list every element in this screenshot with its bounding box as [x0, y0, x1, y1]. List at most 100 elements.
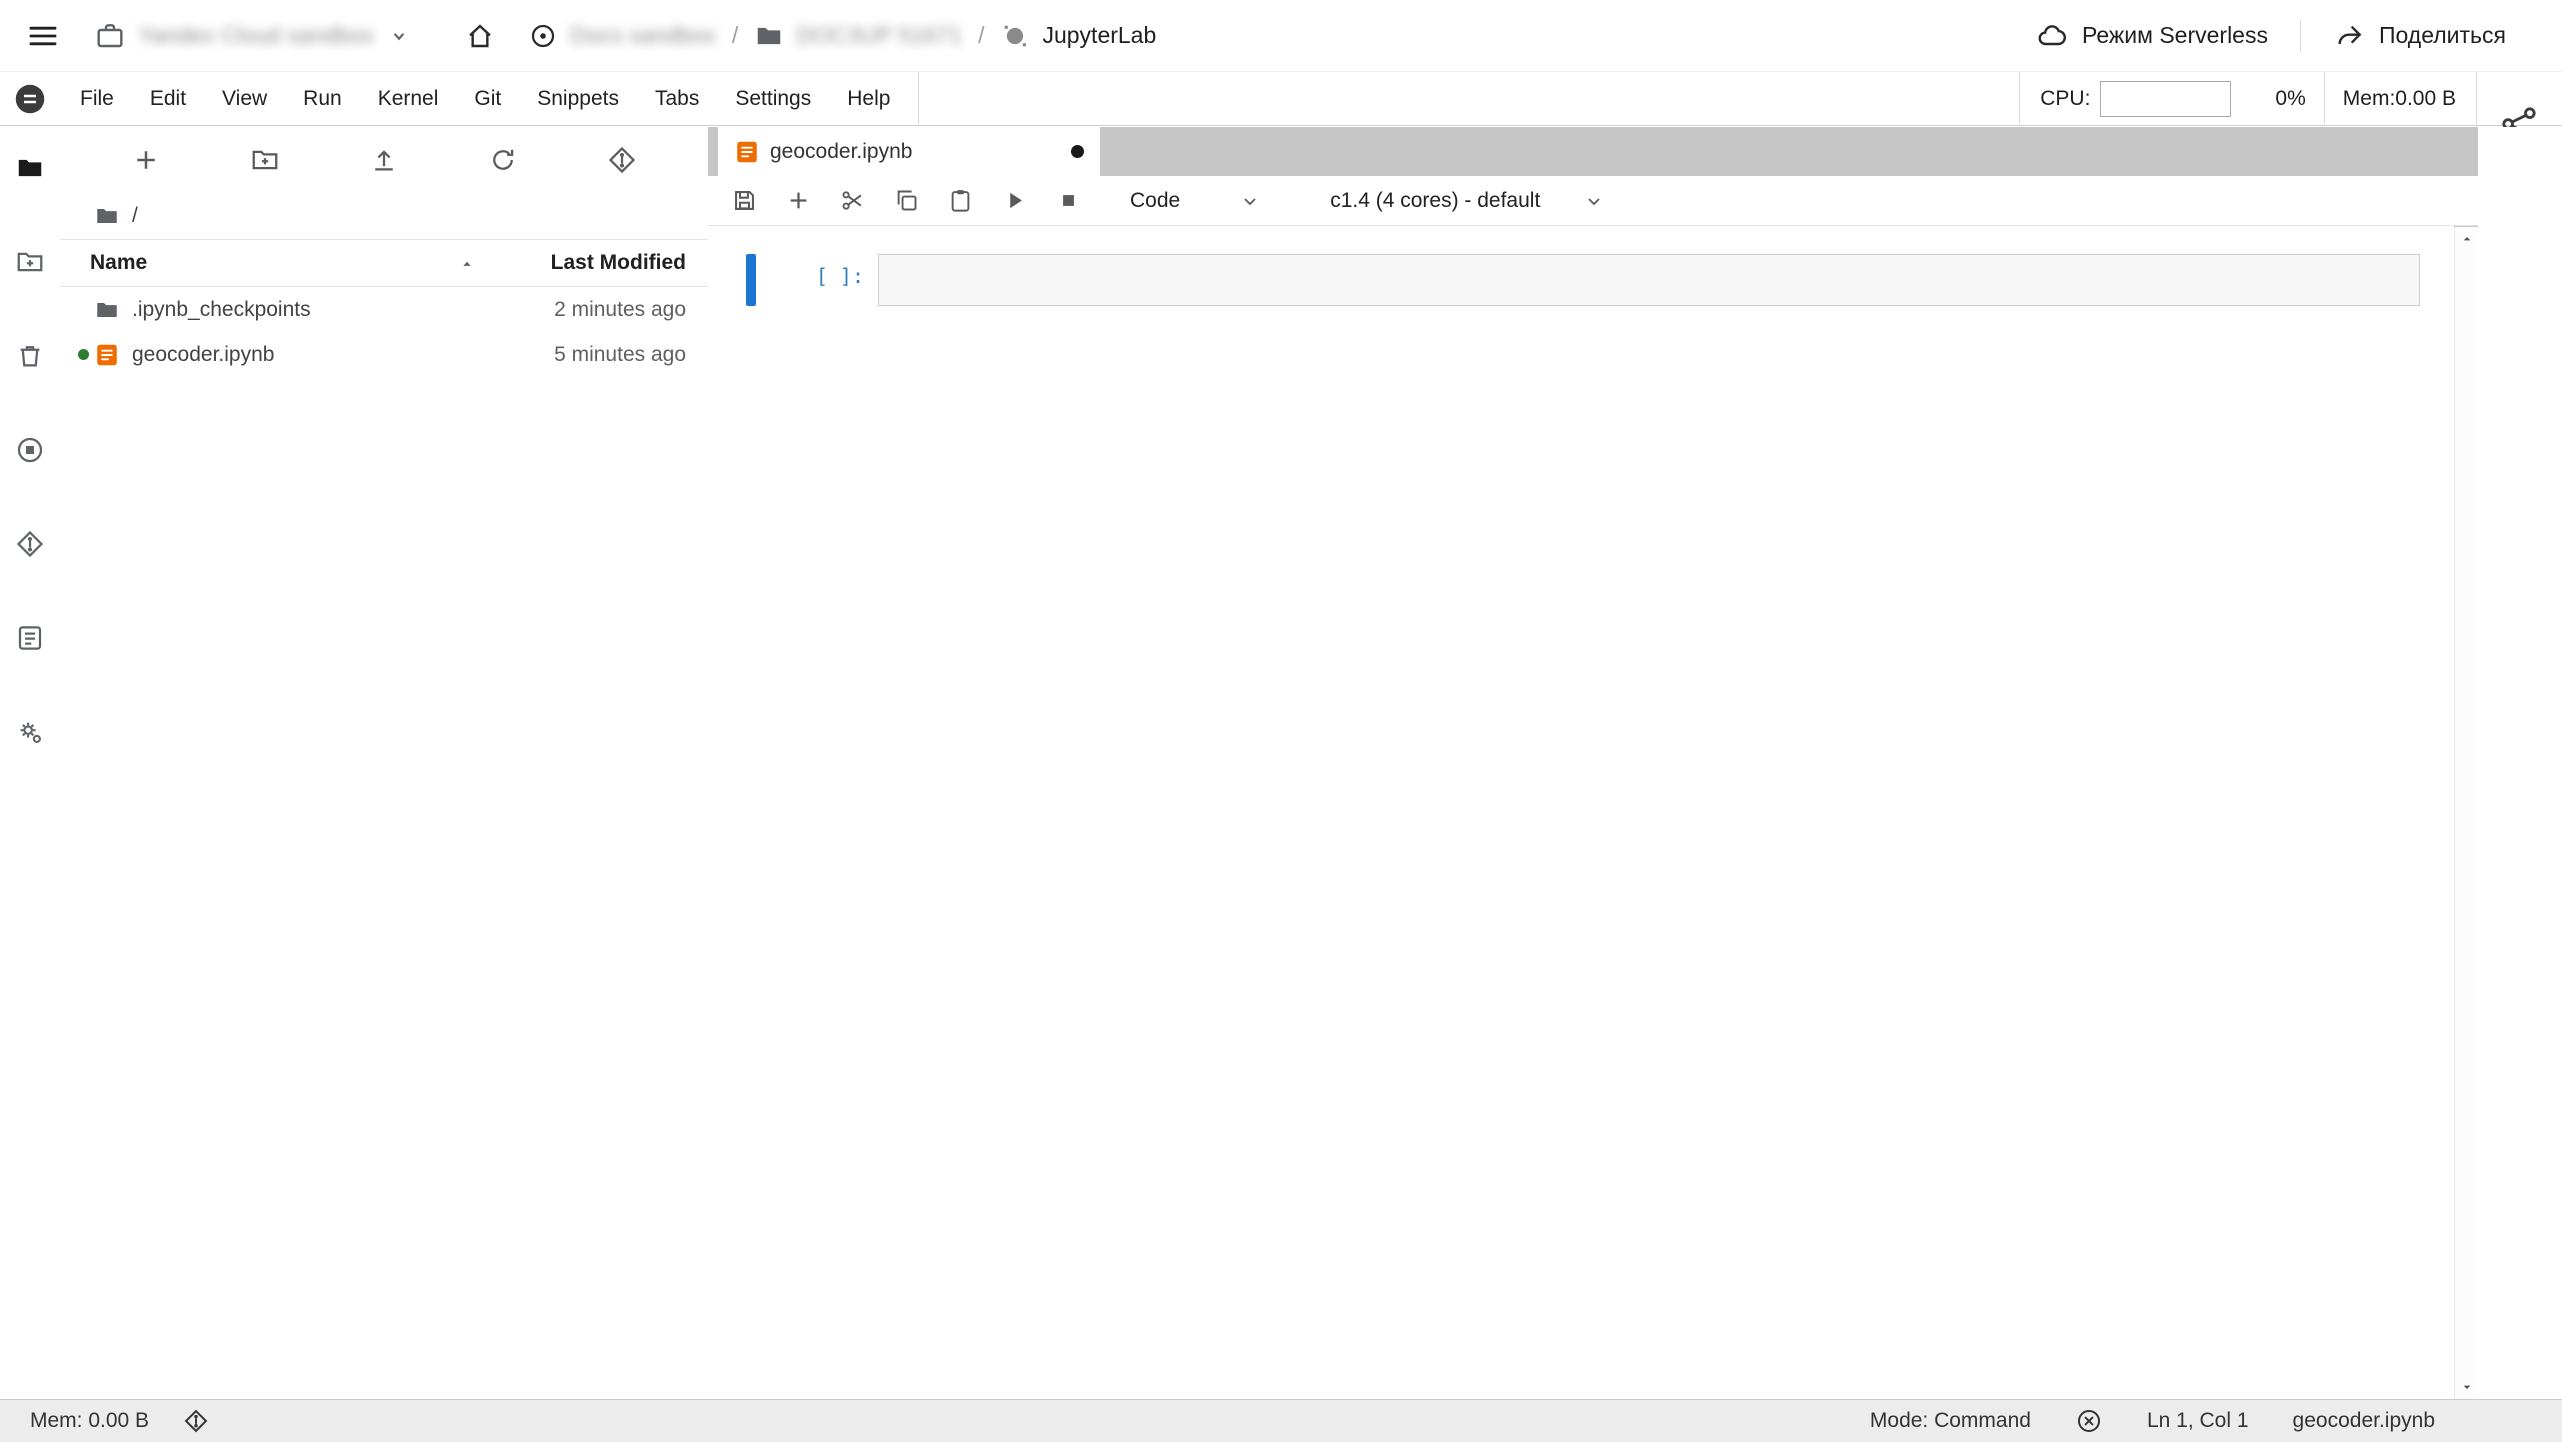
notebook-tab[interactable]: geocoder.ipynb [718, 127, 1100, 176]
status-bar: Mem: 0.00 B Mode: Command Ln 1, Col 1 ge… [0, 1399, 2562, 1442]
status-right: Mode: Command Ln 1, Col 1 geocoder.ipynb [1870, 1407, 2562, 1435]
workspace-name: Yandex Cloud sandbox [138, 22, 374, 49]
hamburger-menu-icon[interactable] [22, 15, 64, 57]
cpu-label: CPU: [2040, 87, 2090, 111]
topbar-left: Yandex Cloud sandbox Docs sandbox / DOC3… [0, 15, 1156, 57]
menu-tabs[interactable]: Tabs [637, 72, 717, 125]
folder-icon[interactable] [94, 203, 120, 229]
insert-cell-plus-icon[interactable] [784, 187, 812, 215]
paste-icon[interactable] [946, 187, 974, 215]
topbar-divider [2300, 20, 2301, 52]
menubar-divider [918, 72, 919, 125]
file-row[interactable]: .ipynb_checkpoints 2 minutes ago [60, 287, 708, 332]
app-breadcrumb: JupyterLab [1000, 21, 1156, 51]
menu-kernel[interactable]: Kernel [360, 72, 457, 125]
command-mode-indicator[interactable]: Mode: Command [1870, 1409, 2031, 1433]
column-header-name[interactable]: Name [60, 251, 463, 275]
chevron-down-icon [1236, 187, 1264, 215]
notebook-toolbar: Code c1.4 (4 cores) - default [708, 176, 2478, 226]
serverless-mode-label[interactable]: Режим Serverless [2082, 22, 2268, 49]
refresh-icon[interactable] [488, 145, 518, 175]
file-browser-tab-icon[interactable] [15, 153, 45, 183]
cut-scissors-icon[interactable] [838, 187, 866, 215]
project-name: Docs sandbox [570, 22, 716, 49]
interrupt-kernel-icon[interactable] [1054, 187, 1082, 215]
scroll-up-icon[interactable] [2459, 231, 2475, 247]
git-panel-icon[interactable] [15, 529, 45, 559]
upload-icon[interactable] [369, 145, 399, 175]
running-sessions-icon[interactable] [15, 435, 45, 465]
cloud-icon [2036, 20, 2068, 52]
new-folder-icon[interactable] [250, 145, 280, 175]
menu-help[interactable]: Help [829, 72, 908, 125]
breadcrumb-root[interactable]: / [132, 204, 138, 228]
menubar: File Edit View Run Kernel Git Snippets T… [0, 72, 2562, 126]
cursor-position[interactable]: Ln 1, Col 1 [2147, 1409, 2249, 1433]
code-cell: [ ]: [708, 254, 2454, 306]
target-icon [528, 21, 558, 51]
folder-icon [754, 21, 784, 51]
active-file-name[interactable]: geocoder.ipynb [2293, 1409, 2435, 1433]
run-cell-icon[interactable] [1000, 187, 1028, 215]
cell-type-select[interactable]: Code [1130, 187, 1290, 215]
chevron-down-icon [386, 23, 412, 49]
scroll-down-icon[interactable] [2459, 1379, 2475, 1395]
memory-usage: Mem: 0.00 B [30, 1409, 149, 1433]
new-launcher-icon[interactable] [15, 247, 45, 277]
file-row[interactable]: geocoder.ipynb 5 minutes ago [60, 332, 708, 377]
breadcrumb-separator: / [978, 22, 984, 49]
vertical-scrollbar[interactable] [2454, 227, 2478, 1399]
folder-name: DOC3UP 51671 [796, 22, 962, 49]
menu-settings[interactable]: Settings [717, 72, 829, 125]
sort-ascending-icon[interactable] [458, 255, 476, 273]
right-gutter [2478, 127, 2562, 1399]
jupyter-logo-icon [1000, 21, 1030, 51]
extensions-list-icon[interactable] [15, 623, 45, 653]
trash-icon[interactable] [15, 341, 45, 371]
cell-type-value: Code [1130, 189, 1180, 213]
file-modified: 5 minutes ago [463, 343, 708, 367]
app-logo-icon[interactable] [12, 81, 48, 117]
chevron-down-icon [1580, 187, 1608, 215]
column-header-modified[interactable]: Last Modified [463, 251, 708, 275]
share-arrow-icon [2333, 20, 2365, 52]
kernel-status-icon[interactable] [2075, 1407, 2103, 1435]
notebook-content: [ ]: [708, 226, 2454, 1399]
menu-run[interactable]: Run [285, 72, 360, 125]
resource-usage: CPU: 0% Mem:0.00 B [2019, 72, 2477, 125]
menu-edit[interactable]: Edit [132, 72, 204, 125]
folder-breadcrumb[interactable]: DOC3UP 51671 [754, 21, 962, 51]
menu-view[interactable]: View [204, 72, 285, 125]
mem-usage: Mem:0.00 B [2343, 87, 2456, 111]
file-name: geocoder.ipynb [132, 343, 274, 367]
app-title: JupyterLab [1042, 22, 1156, 49]
copy-icon[interactable] [892, 187, 920, 215]
notebook-icon [734, 139, 760, 165]
home-button[interactable] [464, 20, 496, 52]
new-file-plus-icon[interactable] [131, 145, 161, 175]
git-diamond-icon[interactable] [607, 145, 637, 175]
kernel-running-dot [78, 349, 89, 360]
topbar-right: Режим Serverless Поделиться [2036, 20, 2562, 52]
menu-file[interactable]: File [62, 72, 132, 125]
breadcrumb: / [60, 193, 708, 239]
topbar: Yandex Cloud sandbox Docs sandbox / DOC3… [0, 0, 2562, 72]
file-browser-panel: / Name Last Modified .ipynb_checkpoints … [60, 127, 708, 1399]
unsaved-changes-dot[interactable] [1071, 145, 1084, 158]
project-breadcrumb[interactable]: Docs sandbox [528, 21, 716, 51]
git-diamond-icon[interactable] [183, 1408, 209, 1434]
status-left: Mem: 0.00 B [0, 1408, 209, 1434]
menu-git[interactable]: Git [456, 72, 519, 125]
save-icon[interactable] [730, 187, 758, 215]
main-dock-panel: geocoder.ipynb Code [708, 127, 2478, 1399]
usage-divider [2324, 72, 2325, 125]
breadcrumb-separator: / [732, 22, 738, 49]
kernel-select[interactable]: c1.4 (4 cores) - default [1330, 187, 1634, 215]
dock-tab-bar: geocoder.ipynb [708, 127, 2478, 176]
settings-gear-icon[interactable] [15, 717, 45, 747]
share-button[interactable]: Поделиться [2379, 22, 2506, 49]
file-browser-toolbar [60, 127, 708, 193]
code-cell-input[interactable] [878, 254, 2420, 306]
menu-snippets[interactable]: Snippets [519, 72, 637, 125]
workspace-switcher[interactable]: Yandex Cloud sandbox [94, 20, 412, 52]
